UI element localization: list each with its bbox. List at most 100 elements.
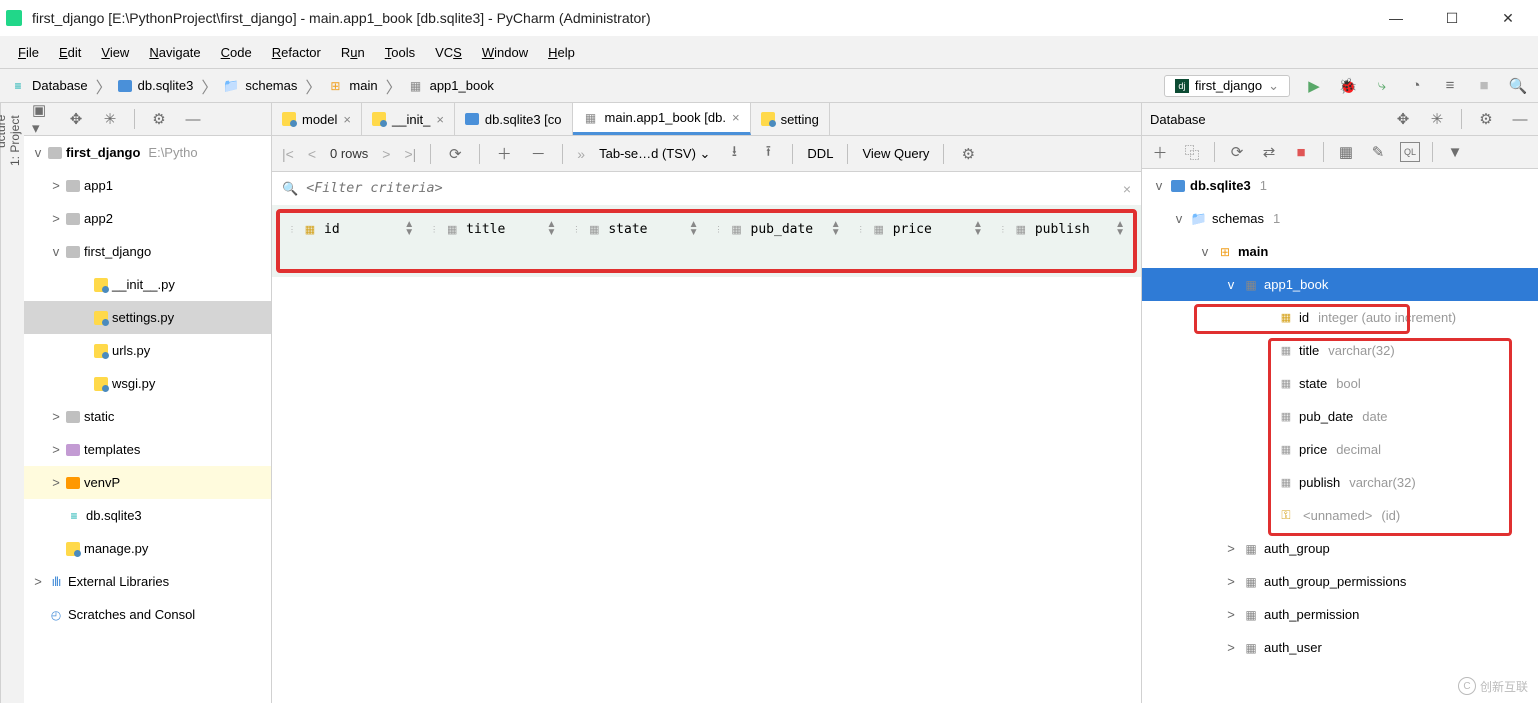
maximize-button[interactable]: ☐ [1434, 4, 1470, 32]
stop-button[interactable]: ■ [1474, 76, 1494, 96]
console-button[interactable]: QL [1400, 142, 1420, 162]
tree-node-wsgi-py[interactable]: wsgi.py [24, 367, 271, 400]
tree-node-urls-py[interactable]: urls.py [24, 334, 271, 367]
prev-row-button[interactable]: < [308, 146, 316, 162]
app1-book-table[interactable]: vapp1_book [1142, 268, 1538, 301]
menu-tools[interactable]: Tools [375, 45, 425, 60]
db-locate-button[interactable]: ✥ [1393, 109, 1413, 129]
sort-icon[interactable]: ▲▼ [546, 221, 556, 237]
schemas-node[interactable]: vschemas1 [1142, 202, 1538, 235]
tree-node-__init__-py[interactable]: __init__.py [24, 268, 271, 301]
clear-filter-icon[interactable]: × [1123, 181, 1131, 197]
tab-main-app1_book-db-[interactable]: main.app1_book [db.× [573, 103, 751, 135]
next-row-button[interactable]: > [382, 146, 390, 162]
tab-__init_[interactable]: __init_× [362, 103, 455, 135]
db-column-state[interactable]: statebool [1142, 367, 1538, 400]
db-expand-button[interactable]: ✳ [1427, 109, 1447, 129]
minimize-button[interactable]: — [1378, 4, 1414, 32]
refresh-button[interactable]: ⟳ [1227, 142, 1247, 162]
sort-icon[interactable]: ▲▼ [831, 221, 841, 237]
db-table-auth_user[interactable]: >auth_user [1142, 631, 1538, 664]
export-button[interactable]: ⭱ [758, 144, 778, 164]
tab-model[interactable]: model× [272, 103, 362, 135]
column-header-id[interactable]: ⋮id▲▼ [280, 215, 422, 243]
column-header-publish[interactable]: ⋮publish▲▼ [991, 215, 1133, 243]
import-button[interactable]: ⭳ [724, 144, 744, 164]
db-root[interactable]: vdb.sqlite31 [1142, 169, 1538, 202]
external-libraries[interactable]: > External Libraries [24, 565, 271, 598]
sync-button[interactable]: ⇄ [1259, 142, 1279, 162]
tree-node-db-sqlite3[interactable]: db.sqlite3 [24, 499, 271, 532]
duplicate-button[interactable]: ⿻ [1182, 142, 1202, 162]
close-tab-icon[interactable]: × [343, 112, 351, 127]
ddl-button[interactable]: DDL [807, 146, 833, 161]
close-tab-icon[interactable]: × [732, 110, 740, 125]
column-header-pub_date[interactable]: ⋮pub_date▲▼ [707, 215, 849, 243]
add-row-button[interactable]: ＋ [494, 144, 514, 164]
column-header-price[interactable]: ⋮price▲▼ [849, 215, 991, 243]
project-view-dropdown[interactable]: ▣ ▾ [32, 109, 52, 129]
menu-navigate[interactable]: Navigate [139, 45, 210, 60]
db-hide-button[interactable]: — [1510, 109, 1530, 129]
project-root[interactable]: v first_django E:\Pytho [24, 136, 271, 169]
crumb-db-sqlite3[interactable]: db.sqlite3〉 [118, 74, 220, 98]
crumb-database[interactable]: Database〉 [10, 74, 114, 98]
sort-icon[interactable]: ▲▼ [973, 221, 983, 237]
scratches[interactable]: Scratches and Consol [24, 598, 271, 631]
db-column-price[interactable]: pricedecimal [1142, 433, 1538, 466]
tab-db-sqlite3-co[interactable]: db.sqlite3 [co [455, 103, 573, 135]
table-settings-gear-icon[interactable]: ⚙ [958, 144, 978, 164]
column-header-state[interactable]: ⋮state▲▼ [564, 215, 706, 243]
crumb-app1-book[interactable]: app1_book [408, 78, 494, 94]
debug-button[interactable]: 🐞 [1338, 76, 1358, 96]
tree-node-first_django[interactable]: vfirst_django [24, 235, 271, 268]
tree-node-venvP[interactable]: >venvP [24, 466, 271, 499]
menu-file[interactable]: File [8, 45, 49, 60]
locate-button[interactable]: ✥ [66, 109, 86, 129]
db-column-title[interactable]: titlevarchar(32) [1142, 334, 1538, 367]
filter-icon[interactable]: ▼ [1445, 142, 1465, 162]
tab-setting[interactable]: setting [751, 103, 830, 135]
hide-panel-button[interactable]: — [183, 109, 203, 129]
db-column-id[interactable]: idinteger (auto increment) [1142, 301, 1538, 334]
reload-button[interactable]: ⟳ [445, 144, 465, 164]
menu-window[interactable]: Window [472, 45, 538, 60]
db-column-pub_date[interactable]: pub_datedate [1142, 400, 1538, 433]
close-button[interactable]: ✕ [1490, 4, 1526, 32]
column-header-title[interactable]: ⋮title▲▼ [422, 215, 564, 243]
menu-run[interactable]: Run [331, 45, 375, 60]
db-column-publish[interactable]: publishvarchar(32) [1142, 466, 1538, 499]
sort-icon[interactable]: ▲▼ [689, 221, 699, 237]
crumb-main[interactable]: main〉 [327, 74, 403, 98]
tree-node-manage-py[interactable]: manage.py [24, 532, 271, 565]
run-config-dropdown[interactable]: first_django ⌄ [1164, 75, 1290, 97]
new-datasource-button[interactable]: ＋ [1150, 142, 1170, 162]
remove-row-button[interactable]: － [528, 144, 548, 164]
db-settings-gear-icon[interactable]: ⚙ [1476, 109, 1496, 129]
view-query-button[interactable]: View Query [862, 146, 929, 161]
db-table-auth_permission[interactable]: >auth_permission [1142, 598, 1538, 631]
attach-button[interactable]: ≡ [1440, 76, 1460, 96]
gutter-structure-tab[interactable]: ucture [0, 111, 8, 275]
menu-vcs[interactable]: VCS [425, 45, 472, 60]
left-tool-gutter[interactable]: 1: Project ucture [0, 103, 24, 703]
filter-input[interactable] [306, 181, 1115, 196]
edit-button[interactable]: ✎ [1368, 142, 1388, 162]
settings-gear-icon[interactable]: ⚙ [149, 109, 169, 129]
first-row-button[interactable]: |< [282, 146, 294, 162]
sort-icon[interactable]: ▲▼ [404, 221, 414, 237]
tree-node-settings-py[interactable]: settings.py [24, 301, 271, 334]
menu-help[interactable]: Help [538, 45, 585, 60]
coverage-button[interactable]: ⤷ [1372, 76, 1392, 96]
tree-node-templates[interactable]: >templates [24, 433, 271, 466]
menu-refactor[interactable]: Refactor [262, 45, 331, 60]
export-format-dropdown[interactable]: Tab-se…d (TSV) ⌄ [599, 146, 710, 162]
sort-icon[interactable]: ▲▼ [1115, 221, 1125, 237]
run-button[interactable]: ▶ [1304, 76, 1324, 96]
db-table-auth_group_permissions[interactable]: >auth_group_permissions [1142, 565, 1538, 598]
profile-button[interactable]: ◔ [1406, 76, 1426, 96]
stop-db-button[interactable]: ■ [1291, 142, 1311, 162]
menu-edit[interactable]: Edit [49, 45, 91, 60]
last-row-button[interactable]: >| [404, 146, 416, 162]
view-table-button[interactable]: ▦ [1336, 142, 1356, 162]
